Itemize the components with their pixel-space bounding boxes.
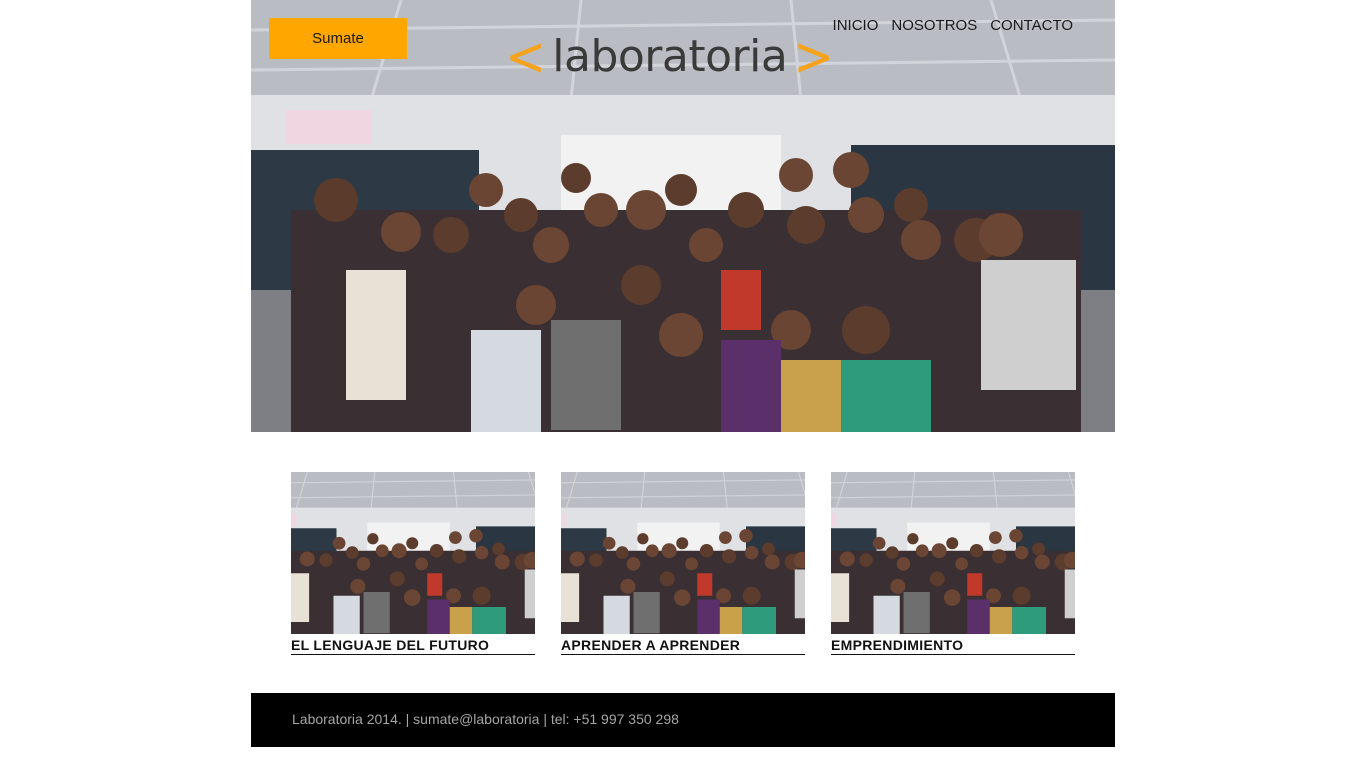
card-emprendimiento[interactable]: EMPRENDIMIENTO [831,472,1075,655]
feature-cards: EL LENGUAJE DEL FUTURO APRENDER A APREND… [291,472,1075,655]
card-image[interactable] [561,472,805,634]
logo[interactable]: < laboratoria > [503,28,837,86]
footer-contact-text: Laboratoria 2014. | sumate@laboratoria |… [292,711,679,727]
card-image[interactable] [291,472,535,634]
logo-text: laboratoria [552,31,788,82]
card-title[interactable]: EMPRENDIMIENTO [831,637,1075,655]
card-image[interactable] [831,472,1075,634]
page: Sumate < laboratoria > INICIO NOSOTROS C… [251,0,1115,768]
main-nav: INICIO NOSOTROS CONTACTO [833,17,1073,34]
logo-left-bracket: < [505,25,546,88]
logo-right-bracket: > [793,25,835,88]
card-lenguaje-del-futuro[interactable]: EL LENGUAJE DEL FUTURO [291,472,535,655]
card-title[interactable]: EL LENGUAJE DEL FUTURO [291,637,535,655]
sumate-button[interactable]: Sumate [269,18,407,59]
footer: Laboratoria 2014. | sumate@laboratoria |… [251,693,1115,747]
nav-nosotros[interactable]: NOSOTROS [891,17,977,34]
nav-inicio[interactable]: INICIO [833,17,879,34]
hero-banner: Sumate < laboratoria > INICIO NOSOTROS C… [251,0,1115,432]
card-aprender-a-aprender[interactable]: APRENDER A APRENDER [561,472,805,655]
nav-contacto[interactable]: CONTACTO [990,17,1073,34]
card-title[interactable]: APRENDER A APRENDER [561,637,805,655]
